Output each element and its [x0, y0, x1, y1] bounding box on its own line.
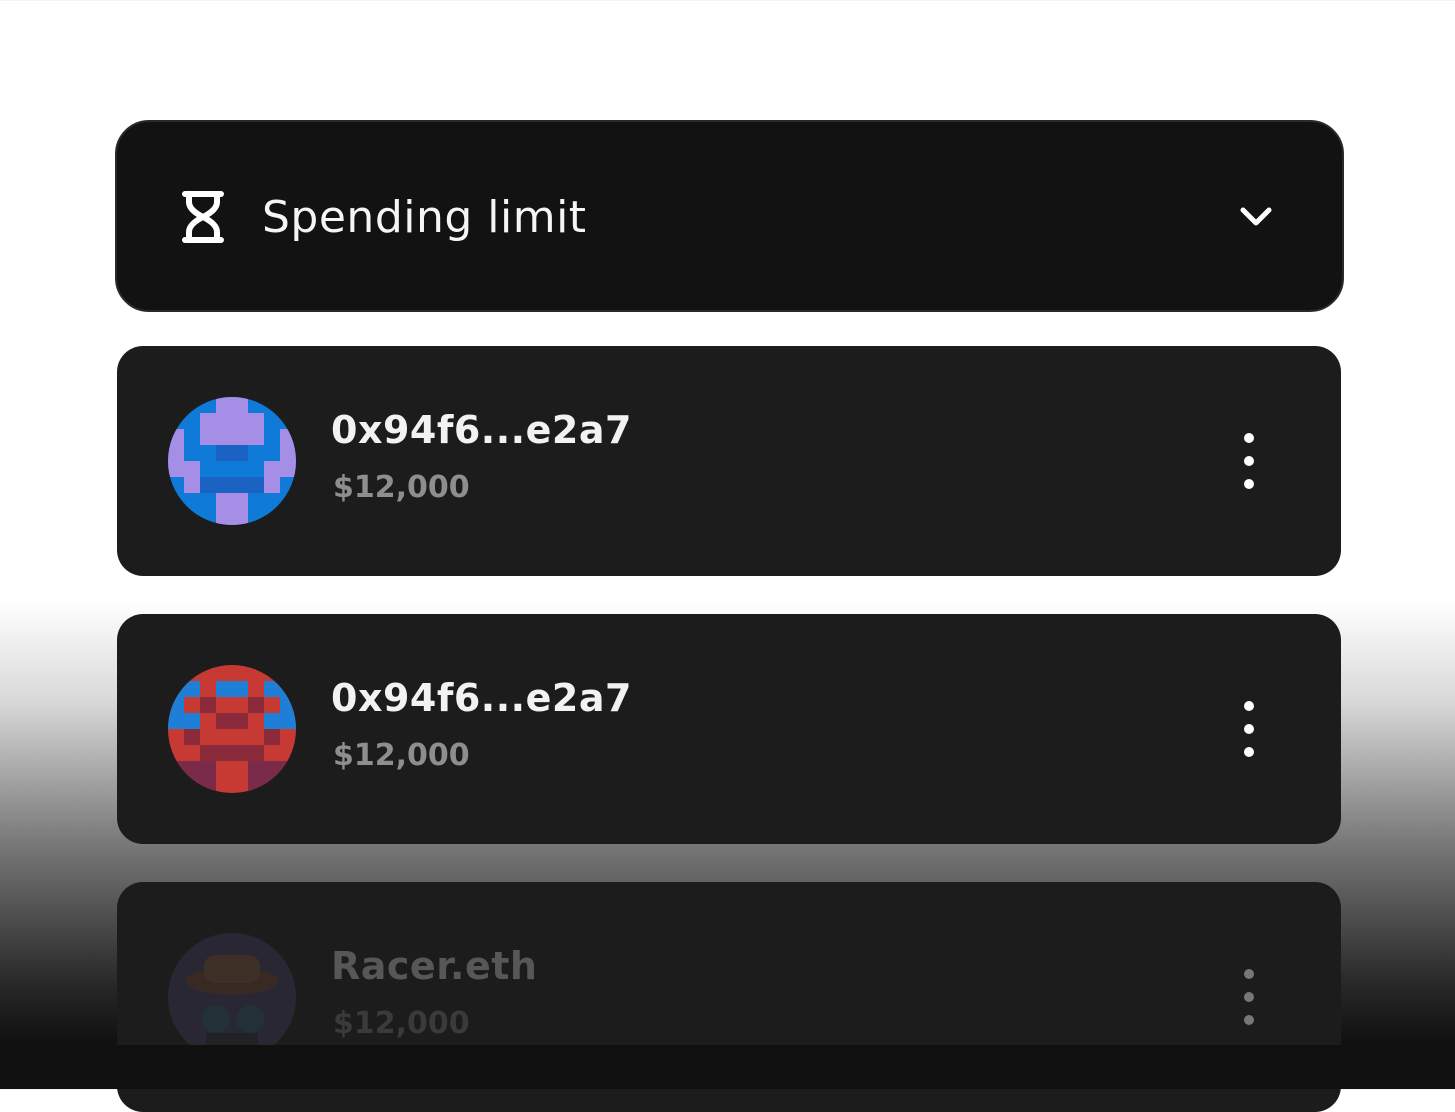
more-options-icon[interactable]	[1237, 430, 1261, 492]
ens-name-label: Racer.eth	[331, 944, 538, 988]
more-options-icon[interactable]	[1237, 966, 1261, 1028]
avatar	[168, 665, 296, 793]
address-label: 0x94f6...e2a7	[331, 676, 632, 720]
spending-limit-header[interactable]: Spending limit	[115, 120, 1344, 312]
amount-label: $12,000	[333, 1006, 470, 1041]
avatar	[168, 933, 296, 1061]
list-item[interactable]: 0x94f6...e2a7 $12,000	[117, 346, 1341, 576]
amount-label: $12,000	[333, 738, 470, 773]
address-label: 0x94f6...e2a7	[331, 408, 632, 452]
amount-label: $12,000	[333, 470, 470, 505]
list-item[interactable]: 0x94f6...e2a7 $12,000	[117, 614, 1341, 844]
avatar	[168, 397, 296, 525]
bottom-fade-overlay	[0, 1045, 1455, 1089]
hourglass-icon	[182, 191, 224, 243]
more-options-icon[interactable]	[1237, 698, 1261, 760]
chevron-down-icon[interactable]	[1238, 202, 1274, 230]
page-title: Spending limit	[262, 192, 587, 243]
